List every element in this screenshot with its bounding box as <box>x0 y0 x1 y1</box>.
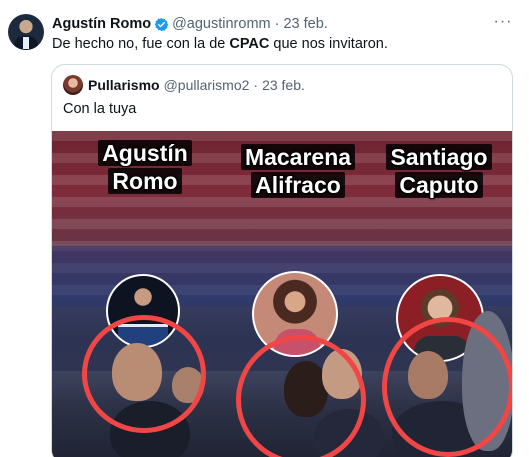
quoted-tweet-date: 23 feb. <box>262 77 305 93</box>
media-label-macarena-line2: Alifraco <box>251 172 345 198</box>
quoted-author-avatar <box>63 75 83 95</box>
media-label-santiago: Santiago Caputo <box>385 143 493 199</box>
verified-badge-icon <box>154 17 169 31</box>
media-label-macarena-line1: Macarena <box>240 144 356 170</box>
tweet-text-end: que nos invitaron. <box>269 36 388 52</box>
tweet-text-bold: CPAC <box>229 36 270 52</box>
highlight-circle-3 <box>382 317 512 457</box>
quoted-tweet[interactable]: Pullarismo @pullarismo2 · 23 feb. Con la… <box>51 64 513 457</box>
highlight-circle-2 <box>236 335 366 457</box>
quoted-author-handle: @pullarismo2 <box>163 77 250 93</box>
tweet-header: Agustín Romo @agustinromm · 23 feb. <box>52 15 328 33</box>
media-label-santiago-line2: Caputo <box>395 172 483 198</box>
quoted-tweet-header: Pullarismo @pullarismo2 · 23 feb. <box>88 77 305 94</box>
media-label-agustin: Agustín Romo <box>90 139 200 195</box>
highlight-circle-1 <box>82 315 206 433</box>
media-label-agustin-line2: Romo <box>108 168 182 194</box>
tweet-date[interactable]: 23 feb. <box>283 15 327 33</box>
tweet[interactable]: Agustín Romo @agustinromm · 23 feb. ··· … <box>0 0 529 457</box>
media-label-santiago-line1: Santiago <box>386 144 492 170</box>
quoted-tweet-text: Con la tuya <box>63 101 137 117</box>
quoted-author-name: Pullarismo <box>88 77 160 93</box>
more-options-icon[interactable]: ··· <box>493 12 513 32</box>
author-handle[interactable]: @agustinromm <box>172 15 271 33</box>
media-label-macarena: Macarena Alifraco <box>239 143 357 199</box>
author-name[interactable]: Agustín Romo <box>52 15 151 33</box>
tweet-text: De hecho no, fue con la de CPAC que nos … <box>52 35 388 54</box>
tweet-text-start: De hecho no, fue con la de <box>52 36 230 52</box>
author-avatar[interactable] <box>8 14 44 50</box>
quoted-separator-dot: · <box>253 77 259 93</box>
separator-dot: · <box>274 16 280 32</box>
quoted-media-image[interactable]: Agustín Romo Macarena Alifraco Santiago … <box>52 131 512 457</box>
media-label-agustin-line1: Agustín <box>98 140 192 166</box>
